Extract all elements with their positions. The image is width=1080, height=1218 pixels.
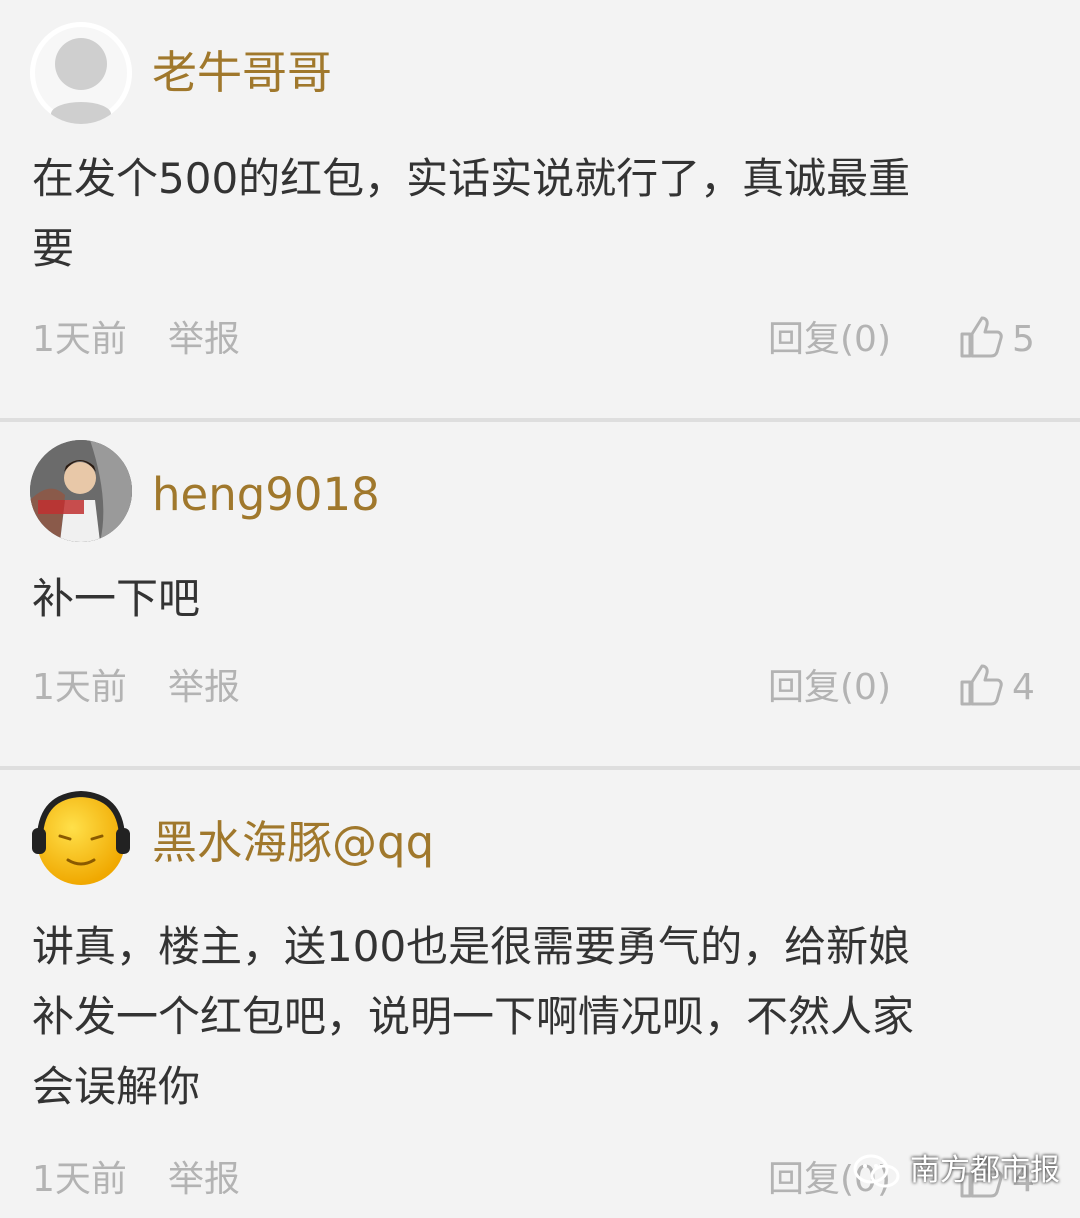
reply-button[interactable]: 回复(0)	[768, 666, 891, 710]
comment-text: 讲真，楼主，送100也是很需要勇气的，给新娘 补发一个红包吧，说明一下啊情况呗，…	[32, 912, 1042, 1122]
report-button[interactable]: 举报	[168, 1158, 240, 1202]
watermark-text: 南方都市报	[910, 1153, 1060, 1188]
reply-button[interactable]: 回复(0)	[768, 318, 891, 362]
default-avatar-icon	[30, 22, 132, 124]
report-button[interactable]: 举报	[168, 318, 240, 362]
timestamp: 1天前	[32, 1159, 127, 1200]
comment-line: 在发个500的红包，实话实说就行了，真诚最重	[32, 154, 911, 203]
wechat-icon	[853, 1154, 900, 1188]
report-button[interactable]: 举报	[168, 666, 240, 710]
avatar[interactable]	[30, 788, 132, 890]
timestamp: 1天前	[32, 667, 127, 708]
anime-avatar-icon	[30, 440, 132, 542]
comment-meta: 1天前 举报 回复(0) 4	[0, 664, 1080, 710]
comment-line: 讲真，楼主，送100也是很需要勇气的，给新娘	[32, 922, 911, 971]
comment-item: 老牛哥哥 在发个500的红包，实话实说就行了，真诚最重 要 1天前 举报 回复(…	[0, 0, 1080, 418]
like-count: 5	[1012, 319, 1035, 360]
avatar[interactable]	[30, 440, 132, 542]
comment-line: 补一下吧	[32, 574, 201, 623]
username[interactable]: heng9018	[152, 472, 380, 517]
yellow-face-avatar-icon	[32, 790, 130, 885]
comment-text: 补一下吧	[32, 564, 1042, 634]
comment-line: 补发一个红包吧，说明一下啊情况呗，不然人家	[32, 992, 915, 1041]
thumbs-up-icon[interactable]	[958, 314, 1004, 360]
like-count: 4	[1012, 667, 1035, 708]
timestamp: 1天前	[32, 319, 127, 360]
comment-meta: 1天前 举报 回复(0) 5	[0, 316, 1080, 362]
username[interactable]: 老牛哥哥	[152, 50, 332, 95]
comment-item: heng9018 补一下吧 1天前 举报 回复(0) 4	[0, 422, 1080, 766]
avatar[interactable]	[30, 22, 132, 124]
thumbs-up-icon[interactable]	[958, 662, 1004, 708]
comment-text: 在发个500的红包，实话实说就行了，真诚最重 要	[32, 144, 1042, 284]
comment-line: 会误解你	[32, 1062, 201, 1111]
comment-line: 要	[32, 224, 75, 273]
username[interactable]: 黑水海豚@qq	[152, 820, 434, 865]
